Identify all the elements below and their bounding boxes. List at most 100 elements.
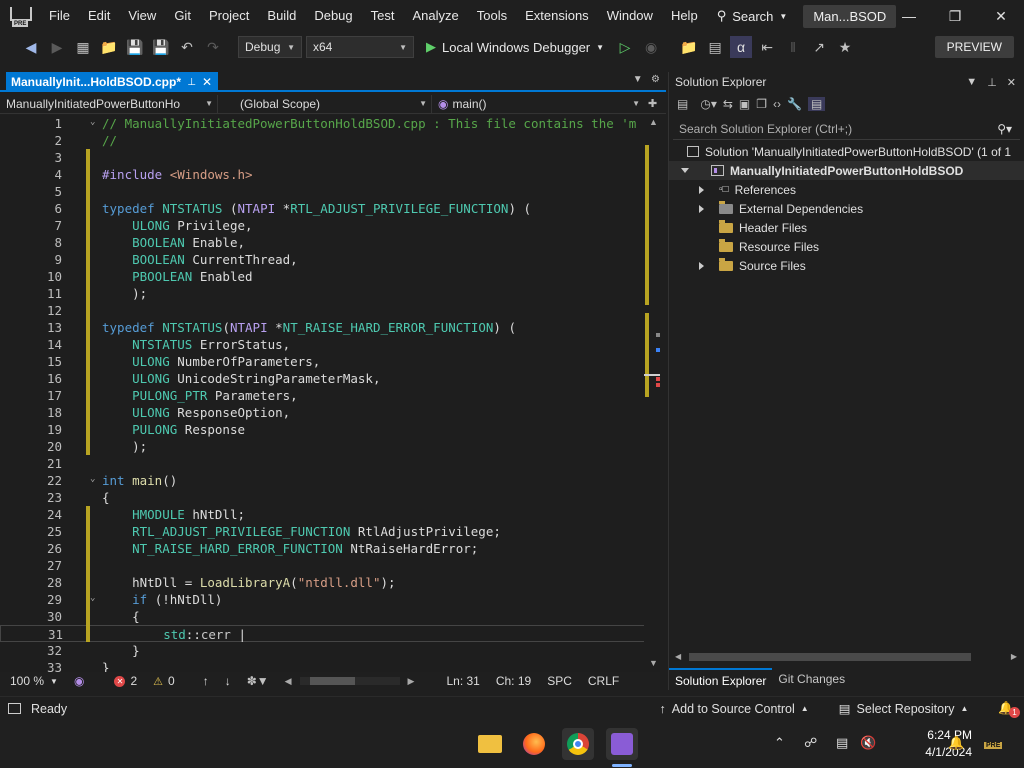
solution-search-input[interactable]: Search Solution Explorer (Ctrl+;) ⚲▾ bbox=[673, 118, 1020, 140]
layout-icon[interactable]: ▤ bbox=[704, 36, 726, 58]
show-all-files-icon[interactable]: ❐ bbox=[756, 97, 767, 111]
code-line[interactable]: 8 BOOLEAN Enable, bbox=[0, 234, 645, 251]
error-count[interactable]: ✕ 2 bbox=[106, 674, 145, 688]
zoom-dropdown[interactable]: 100 % ▼ bbox=[0, 674, 66, 688]
show-hidden-icons[interactable]: ⌃ bbox=[774, 735, 785, 751]
expand-icon[interactable] bbox=[699, 204, 704, 213]
notifications-button[interactable]: 🔔 1 bbox=[998, 701, 1020, 718]
code-cleanup-icon[interactable]: ✽▼ bbox=[239, 674, 277, 688]
next-issue-icon[interactable]: ↓ bbox=[217, 674, 239, 688]
scrollbar-thumb[interactable] bbox=[689, 653, 971, 661]
code-line[interactable]: 11 ); bbox=[0, 285, 645, 302]
notification-bell-icon[interactable]: 🔔 bbox=[948, 735, 964, 751]
code-line[interactable]: 7 ULONG Privilege, bbox=[0, 217, 645, 234]
menu-git[interactable]: Git bbox=[165, 0, 200, 32]
project-dropdown[interactable]: ManuallyInitiatedPowerButtonHo ▼ bbox=[0, 94, 218, 113]
add-to-source-control-button[interactable]: ↑ Add to Source Control ▲ bbox=[660, 702, 809, 716]
solution-node[interactable]: Solution 'ManuallyInitiatedPowerButtonHo… bbox=[669, 142, 1024, 161]
platform-dropdown[interactable]: x64 ▼ bbox=[306, 36, 414, 58]
pin-icon[interactable]: ⊥ bbox=[187, 77, 196, 88]
search-menu[interactable]: ⚲ Search ▼ bbox=[707, 8, 798, 24]
menu-file[interactable]: File bbox=[40, 0, 79, 32]
code-line[interactable]: 9 BOOLEAN CurrentThread, bbox=[0, 251, 645, 268]
tree-item-resource-files[interactable]: Resource Files bbox=[669, 237, 1024, 256]
preview-button[interactable]: PREVIEW bbox=[934, 36, 1014, 58]
code-line[interactable]: 25 RTL_ADJUST_PRIVILEGE_FUNCTION RtlAdju… bbox=[0, 523, 645, 540]
close-window-button[interactable]: ✕ bbox=[978, 0, 1024, 32]
collapse-all-icon[interactable]: ▣ bbox=[739, 97, 750, 111]
share-icon[interactable]: ↗ bbox=[808, 36, 830, 58]
undo-icon[interactable]: ↶ bbox=[176, 36, 198, 58]
comment-icon[interactable]: ‖ bbox=[782, 36, 804, 58]
code-line[interactable]: 18 ULONG ResponseOption, bbox=[0, 404, 645, 421]
code-editor[interactable]: 1 // ManuallyInitiatedPowerButtonHoldBSOD… bbox=[0, 115, 660, 675]
code-line[interactable]: 29 if (!hNtDll) bbox=[0, 591, 645, 608]
navigate-forward-icon[interactable]: ▶ bbox=[46, 36, 68, 58]
close-tab-icon[interactable]: ✕ bbox=[202, 75, 212, 89]
project-node[interactable]: ManuallyInitiatedPowerButtonHoldBSOD bbox=[669, 161, 1024, 180]
select-repository-button[interactable]: ▤ Select Repository ▲ bbox=[839, 701, 969, 717]
menu-test[interactable]: Test bbox=[362, 0, 404, 32]
code-line[interactable]: 16 ULONG UnicodeStringParameterMask, bbox=[0, 370, 645, 387]
tab-git-changes[interactable]: Git Changes bbox=[772, 668, 851, 690]
scrollbar-thumb[interactable] bbox=[309, 677, 355, 685]
code-line[interactable]: 21 bbox=[0, 455, 645, 472]
tree-item-header-files[interactable]: Header Files bbox=[669, 218, 1024, 237]
menu-project[interactable]: Project bbox=[200, 0, 258, 32]
menu-analyze[interactable]: Analyze bbox=[403, 0, 467, 32]
preview-selected-icon[interactable]: ▤ bbox=[807, 97, 826, 111]
tab-solution-explorer[interactable]: Solution Explorer bbox=[669, 668, 773, 690]
visual-studio-preview-icon[interactable] bbox=[606, 728, 638, 760]
fold-icon[interactable]: ⌄ bbox=[90, 474, 95, 484]
spacing-indicator[interactable]: SPC bbox=[539, 674, 580, 688]
menu-tools[interactable]: Tools bbox=[468, 0, 516, 32]
restore-button[interactable]: ❐ bbox=[932, 0, 978, 32]
start-without-debugging-icon[interactable]: ▷ bbox=[614, 36, 636, 58]
toggle-icon[interactable]: ⇤ bbox=[756, 36, 778, 58]
previous-issue-icon[interactable]: ↑ bbox=[195, 674, 217, 688]
dev-home-icon[interactable]: PRE bbox=[984, 742, 1003, 749]
save-icon[interactable]: 💾 bbox=[124, 36, 146, 58]
editor-horizontal-scrollbar[interactable] bbox=[299, 677, 400, 685]
menu-edit[interactable]: Edit bbox=[79, 0, 119, 32]
chrome-icon[interactable] bbox=[562, 728, 594, 760]
display-icon[interactable]: ▤ bbox=[836, 735, 848, 751]
document-tab[interactable]: ManuallyInit...HoldBSOD.cpp* ⊥ ✕ bbox=[6, 72, 218, 92]
navigate-back-icon[interactable]: ◀ bbox=[20, 36, 42, 58]
code-line[interactable]: 12 bbox=[0, 302, 645, 319]
code-line[interactable]: 31 std::cerr | bbox=[0, 625, 645, 642]
solution-horizontal-scrollbar[interactable]: ◀ ▶ bbox=[675, 652, 1017, 662]
solution-title[interactable]: Man...BSOD bbox=[803, 4, 897, 28]
pin-icon[interactable]: ⊥ bbox=[987, 76, 997, 89]
scroll-left-icon[interactable]: ◀ bbox=[277, 676, 300, 687]
hot-reload-icon[interactable]: ◉ bbox=[640, 36, 662, 58]
tree-item-references[interactable]: ▫□ References bbox=[669, 180, 1024, 199]
sync-icon[interactable]: ⇆ bbox=[723, 97, 733, 111]
expand-icon[interactable] bbox=[699, 261, 704, 270]
code-line[interactable]: 26 NT_RAISE_HARD_ERROR_FUNCTION NtRaiseH… bbox=[0, 540, 645, 557]
save-all-icon[interactable]: 💾 bbox=[150, 36, 172, 58]
split-editor-icon[interactable]: ✚ bbox=[648, 97, 657, 110]
properties-icon[interactable]: 🔧 bbox=[787, 97, 802, 111]
panel-options-icon[interactable]: ▼ bbox=[966, 76, 977, 89]
menu-window[interactable]: Window bbox=[598, 0, 662, 32]
new-project-icon[interactable]: ▦ bbox=[72, 36, 94, 58]
minimize-button[interactable]: — bbox=[886, 0, 932, 32]
view-code-icon[interactable]: ‹› bbox=[773, 97, 781, 111]
column-indicator[interactable]: Ch: 19 bbox=[488, 674, 539, 688]
tree-item-external-dependencies[interactable]: External Dependencies bbox=[669, 199, 1024, 218]
file-explorer-icon[interactable] bbox=[474, 728, 506, 760]
menu-view[interactable]: View bbox=[119, 0, 165, 32]
code-line[interactable]: 19 PULONG Response bbox=[0, 421, 645, 438]
open-folder-icon[interactable]: 📁 bbox=[98, 36, 120, 58]
menu-debug[interactable]: Debug bbox=[305, 0, 361, 32]
menu-help[interactable]: Help bbox=[662, 0, 707, 32]
volume-icon[interactable]: 🔇 bbox=[860, 735, 876, 751]
code-line[interactable]: 15 ULONG NumberOfParameters, bbox=[0, 353, 645, 370]
code-line[interactable]: 24 HMODULE hNtDll; bbox=[0, 506, 645, 523]
expand-icon[interactable] bbox=[681, 168, 689, 173]
code-line[interactable]: 5 bbox=[0, 183, 645, 200]
close-panel-icon[interactable]: ✕ bbox=[1007, 76, 1016, 89]
copilot-icon[interactable]: ◉ bbox=[66, 674, 92, 688]
feedback-icon[interactable]: ★ bbox=[834, 36, 856, 58]
